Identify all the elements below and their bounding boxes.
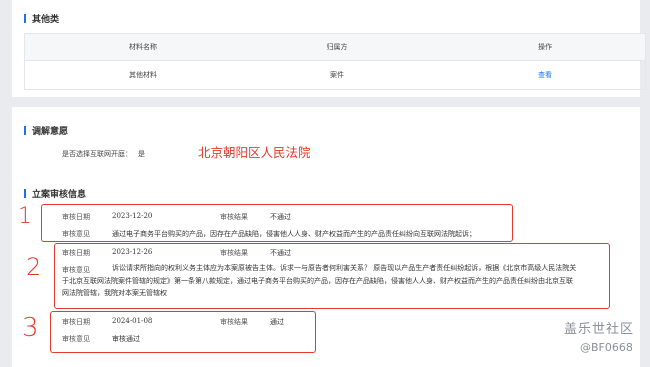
- review-result-value: 不通过: [270, 249, 291, 257]
- other-materials-panel: 其他类 材料名称 归属方 操作 其他材料 案件 查看: [12, 0, 646, 97]
- section-accent-bar: [24, 14, 26, 23]
- court-annotation: 北京朝阳区人民法院: [198, 145, 311, 160]
- other-title-text: 其他类: [32, 15, 60, 25]
- mediation-title-text: 调解意愿: [32, 127, 69, 137]
- other-section-title: 其他类: [24, 12, 59, 25]
- internet-trial-answer: 是: [138, 150, 145, 158]
- review-result-value: 通过: [270, 318, 284, 326]
- watermark-community: 盖乐世社区: [564, 322, 635, 337]
- review-opinion-value: 通过电子商务平台购买的产品，因存在产品缺陷，侵害他人人身、财产权益而产生的产品责…: [112, 230, 476, 238]
- material-owner-cell: 案件: [330, 71, 344, 79]
- review-result-value: 不通过: [270, 213, 291, 221]
- review-date-value: 2024-01-08: [112, 317, 153, 325]
- col-header-owner: 归属方: [326, 43, 348, 51]
- review-result-label: 审核结果: [220, 213, 248, 221]
- col-header-name: 材料名称: [129, 43, 157, 51]
- internet-trial-question: 是否选择互联网开庭：: [62, 150, 132, 158]
- col-header-action: 操作: [538, 43, 552, 51]
- review-date-value: 2023-12-26: [112, 248, 153, 256]
- review-date-value: 2023-12-20: [112, 212, 153, 220]
- view-link[interactable]: 查看: [515, 70, 575, 80]
- review-result-label: 审核结果: [220, 318, 248, 326]
- watermark-user: @BF0668: [580, 341, 633, 354]
- annotation-number-1: 1: [18, 204, 32, 229]
- review-date-label: 审核日期: [62, 213, 90, 221]
- annotation-number-3: 3: [22, 313, 39, 343]
- table-header-row: 材料名称 归属方 操作: [25, 34, 645, 60]
- review-opinion-label: 审核意见: [62, 335, 90, 343]
- review-date-label: 审核日期: [62, 318, 90, 326]
- table-row: 其他材料 案件 查看: [25, 60, 645, 89]
- review-title-text: 立案审核信息: [32, 190, 87, 200]
- section-accent-bar: [24, 189, 26, 198]
- review-section-title: 立案审核信息: [24, 187, 86, 200]
- review-date-label: 审核日期: [62, 249, 90, 257]
- material-name-cell: 其他材料: [129, 71, 157, 79]
- mediation-section-title: 调解意愿: [24, 124, 68, 137]
- materials-table: 材料名称 归属方 操作 其他材料 案件 查看: [24, 33, 646, 90]
- review-opinion-label: 审核意见: [62, 230, 90, 238]
- review-opinion-value: 诉讼请求所指向的权利义务主体应为本案原被告主体。诉求一与原告者何利害关系？ 原告…: [62, 264, 577, 297]
- review-opinion-value: 审核通过: [112, 335, 140, 343]
- review-result-label: 审核结果: [220, 249, 248, 257]
- annotation-number-2: 2: [26, 253, 42, 281]
- section-accent-bar: [24, 126, 26, 135]
